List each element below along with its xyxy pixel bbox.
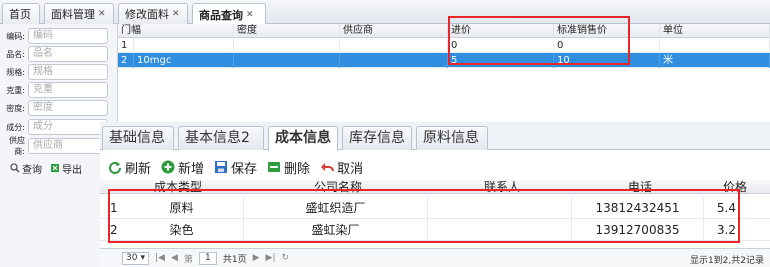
- product-grid-header: 门幅 密度 供应商 进价 标准销售价 单位: [118, 24, 770, 38]
- save-icon: [215, 161, 228, 173]
- detail-tab-bar: 基础信息 基本信息2 成本信息 库存信息 原料信息: [100, 122, 770, 151]
- cell-density: [234, 38, 340, 53]
- next-page-icon[interactable]: ▶: [253, 253, 260, 263]
- prev-page-icon[interactable]: ◀: [171, 253, 178, 263]
- column-header-density[interactable]: 密度: [234, 24, 340, 38]
- cell-width: [134, 38, 234, 53]
- filter-label: 密度:: [6, 103, 25, 113]
- highlight-box-cost: [108, 189, 740, 243]
- filter-row-spec: 规格: 规格: [0, 62, 118, 82]
- close-icon[interactable]: ✕: [98, 9, 106, 19]
- first-page-icon[interactable]: |◀: [155, 253, 165, 263]
- weight-input[interactable]: 克重: [28, 82, 108, 98]
- filter-label: 成分:: [6, 122, 25, 132]
- refresh-label: 刷新: [125, 161, 152, 177]
- column-header-unit[interactable]: 单位: [660, 24, 770, 38]
- close-icon[interactable]: ✕: [246, 10, 254, 20]
- save-button[interactable]: 保存: [214, 158, 257, 177]
- table-row-selected[interactable]: 2 10mgc 5 10 米: [118, 53, 770, 68]
- tab-basic-info-2[interactable]: 基本信息2: [178, 126, 264, 150]
- refresh-button[interactable]: 刷新: [108, 158, 151, 177]
- filter-row-code: 编码: 编码: [0, 26, 118, 46]
- export-button-label: 导出: [62, 164, 82, 176]
- export-icon: [51, 164, 59, 172]
- column-header-supplier[interactable]: 供应商: [340, 24, 448, 38]
- cell-density: [234, 53, 340, 68]
- export-button[interactable]: 导出: [50, 161, 82, 176]
- refresh-icon: [109, 162, 121, 174]
- tab-stock-info[interactable]: 库存信息: [342, 126, 412, 150]
- filter-label: 编码:: [6, 31, 25, 41]
- name-input[interactable]: 品名: [28, 46, 108, 62]
- record-info: 显示1到2,共2记录: [689, 256, 764, 266]
- detail-toolbar: 刷新 新增 保存 删除 取消: [100, 156, 363, 178]
- cell-supplier: [340, 38, 448, 53]
- column-header-width[interactable]: 门幅: [118, 24, 234, 38]
- tab-edit-fabric[interactable]: 修改面料 ✕: [118, 3, 188, 24]
- tab-fabric-management-label: 面料管理: [51, 8, 95, 21]
- table-row[interactable]: 1 0 0: [118, 38, 770, 53]
- page-size-select[interactable]: 30 ▾: [122, 251, 149, 265]
- add-label: 新增: [178, 161, 205, 177]
- spec-input[interactable]: 规格: [28, 64, 108, 80]
- cancel-label: 取消: [337, 161, 364, 177]
- filter-label: 品名:: [6, 49, 25, 59]
- last-page-icon[interactable]: ▶|: [266, 253, 276, 263]
- highlight-box-price: [448, 16, 630, 65]
- density-input[interactable]: 密度: [28, 100, 108, 116]
- page-size-value: 30: [126, 252, 138, 263]
- page-number-input[interactable]: 1: [198, 251, 217, 265]
- tab-cost-info[interactable]: 成本信息: [268, 126, 338, 151]
- tab-product-query-label: 商品查询: [199, 8, 243, 22]
- filter-label: 克重:: [6, 85, 25, 95]
- filter-label: 供应商:: [9, 136, 25, 156]
- save-label: 保存: [231, 161, 258, 177]
- filter-label: 规格:: [6, 67, 25, 77]
- cancel-button[interactable]: 取消: [320, 158, 363, 177]
- cell-width: 10mgc: [134, 53, 234, 68]
- cell-supplier: [340, 53, 448, 68]
- query-button[interactable]: 查询: [10, 161, 42, 176]
- add-button[interactable]: 新增: [161, 158, 204, 177]
- delete-button[interactable]: 删除: [267, 158, 310, 177]
- undo-icon: [321, 163, 335, 172]
- plus-icon: [161, 160, 175, 174]
- pagination-bar: 30 ▾ |◀ ◀ 第 1 共1页 ▶ ▶| ↻ 显示1到2,共2记录: [100, 248, 770, 267]
- cell-unit: 米: [660, 53, 770, 68]
- row-number: 1: [118, 38, 134, 53]
- tab-product-query[interactable]: 商品查询 ✕: [192, 3, 266, 25]
- tab-home[interactable]: 首页: [2, 3, 40, 24]
- filter-row-weight: 克重: 克重: [0, 80, 118, 100]
- cell-unit: [660, 38, 770, 53]
- total-pages: 共1页: [222, 254, 247, 265]
- tab-fabric-management[interactable]: 面料管理 ✕: [44, 3, 114, 24]
- detail-panel: 基础信息 基本信息2 成本信息 库存信息 原料信息 刷新 新增 保存 删除 取消…: [100, 122, 770, 267]
- app-window: 首页 面料管理 ✕ 修改面料 ✕ 商品查询 ✕ 编码: 编码 品名: 品名 规格…: [0, 0, 770, 267]
- tab-edit-fabric-label: 修改面料: [125, 8, 169, 21]
- tab-material-info[interactable]: 原料信息: [416, 126, 488, 150]
- filter-row-density: 密度: 密度: [0, 98, 118, 118]
- composition-input[interactable]: 成分: [28, 119, 108, 135]
- tab-basic-info[interactable]: 基础信息: [102, 126, 174, 150]
- query-button-label: 查询: [22, 164, 42, 176]
- search-icon: [10, 163, 20, 173]
- close-icon[interactable]: ✕: [172, 9, 180, 19]
- minus-icon: [268, 162, 281, 172]
- page-label-icon: 第: [183, 254, 193, 265]
- reload-icon[interactable]: ↻: [282, 253, 290, 263]
- main-tab-bar: 首页 面料管理 ✕ 修改面料 ✕ 商品查询 ✕: [0, 0, 770, 25]
- product-grid: 门幅 密度 供应商 进价 标准销售价 单位 1 0 0 2 10mgc 5 10…: [118, 24, 770, 68]
- row-number: 2: [118, 53, 134, 68]
- chevron-down-icon: ▾: [140, 252, 145, 263]
- supplier-input[interactable]: 供应商: [28, 138, 108, 154]
- tab-home-label: 首页: [9, 8, 31, 21]
- code-input[interactable]: 编码: [28, 28, 108, 44]
- filter-row-name: 品名: 品名: [0, 44, 118, 64]
- delete-label: 删除: [284, 161, 311, 177]
